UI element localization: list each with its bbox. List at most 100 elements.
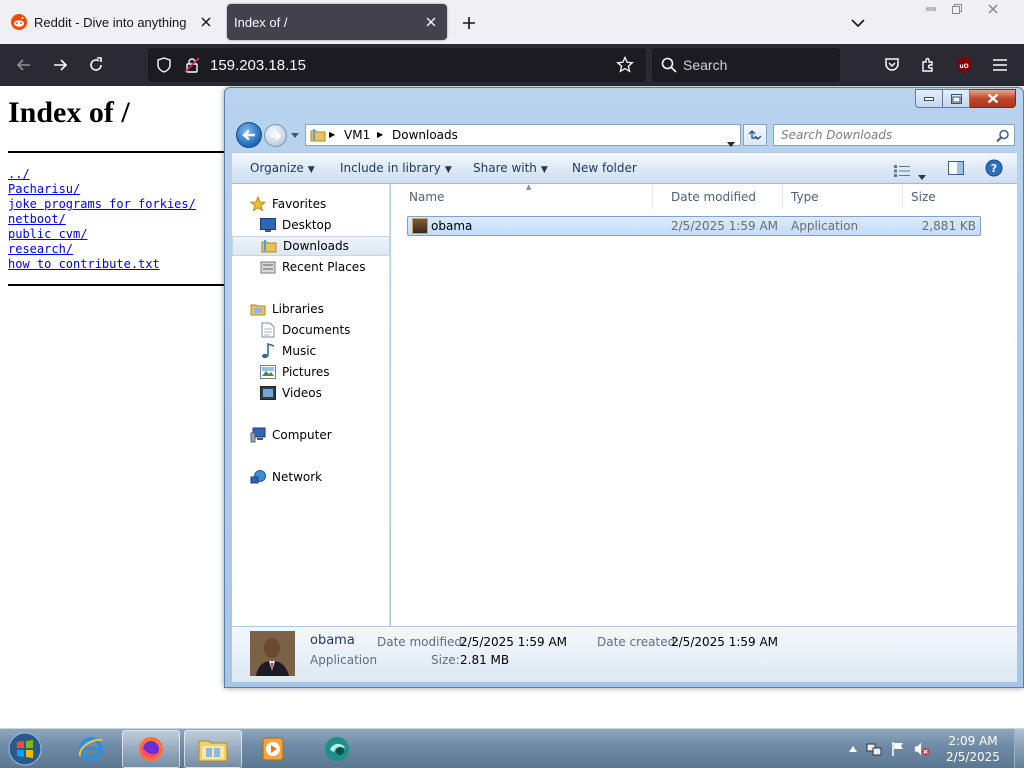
system-clock[interactable]: 2:09 AM 2/5/2025 [936,733,1010,765]
explorer-search-input[interactable]: Search Downloads [773,124,1015,146]
column-header-type[interactable]: Type [783,184,903,210]
windows-logo-icon [8,732,42,766]
nav-computer[interactable]: Computer [232,425,390,445]
back-button[interactable] [10,51,38,79]
explorer-back-button[interactable] [236,122,262,148]
pictures-icon [260,364,276,380]
show-hidden-icons-button[interactable] [845,741,861,757]
directory-link[interactable]: joke programs for forkies/ [8,197,196,212]
directory-link[interactable]: netboot/ [8,212,196,227]
taskbar-firefox[interactable] [122,730,180,768]
taskbar-app[interactable] [308,730,366,768]
taskbar-internet-explorer[interactable] [62,730,120,768]
nav-recent-places[interactable]: Recent Places [232,257,390,277]
nav-videos[interactable]: Videos [232,383,390,403]
close-window-button[interactable] [970,0,1016,17]
explorer-forward-button[interactable] [264,124,287,147]
refresh-button[interactable] [743,124,767,146]
downloads-folder-icon [261,238,277,254]
action-center-flag-icon[interactable] [890,741,906,757]
nav-libraries[interactable]: Libraries [232,299,390,319]
breadcrumb-downloads[interactable]: Downloads [392,128,458,142]
directory-link[interactable]: public cvm/ [8,227,196,242]
url-bar[interactable]: 159.203.18.15 [148,48,646,82]
address-bar[interactable]: ▶ VM1 ▶ Downloads [305,124,741,147]
nav-documents[interactable]: Documents [232,320,390,340]
nav-music[interactable]: Music [232,341,390,361]
detail-date-created: 2/5/2025 1:59 AM [671,635,779,649]
arrow-right-icon [54,59,68,71]
shield-icon[interactable] [156,57,172,77]
minimize-button[interactable] [918,0,944,17]
column-header-name[interactable]: Name ▲ [391,183,653,210]
taskbar-windows-explorer[interactable] [184,730,242,768]
list-all-tabs-button[interactable] [845,10,871,36]
close-tab-icon[interactable] [194,10,218,34]
pocket-button[interactable] [878,51,906,79]
internet-explorer-icon [78,737,103,761]
recent-pages-button[interactable] [290,131,300,141]
new-folder-button[interactable]: New folder [572,161,637,175]
svg-text:uO: uO [959,63,968,70]
detail-size-label: Size: [431,653,460,667]
nav-pictures[interactable]: Pictures [232,362,390,382]
nav-favorites[interactable]: Favorites [232,194,390,214]
directory-link[interactable]: ../ [8,167,196,182]
libraries-icon [250,301,266,317]
chevron-down-icon: ▼ [540,165,548,175]
reload-button[interactable] [82,51,110,79]
close-button[interactable] [970,89,1016,108]
tab-reddit[interactable]: Reddit - Dive into anything [2,4,222,40]
tab-title: Reddit - Dive into anything [34,14,187,30]
plus-icon [463,17,475,29]
preview-pane-button[interactable] [948,160,964,180]
help-button[interactable]: ? [985,159,1003,181]
insecure-lock-icon[interactable] [184,57,200,77]
nav-downloads[interactable]: Downloads [232,236,390,256]
detail-file-name: obama [310,633,355,648]
new-tab-button[interactable] [456,10,482,36]
ublock-button[interactable]: uO [950,51,978,79]
change-view-button[interactable] [894,162,910,181]
extensions-button[interactable] [914,51,942,79]
share-with-button[interactable]: Share with ▼ [473,161,548,175]
bookmark-star-icon[interactable] [616,55,634,78]
file-link[interactable]: how to contribute.txt [8,257,196,272]
include-in-library-button[interactable]: Include in library ▼ [340,161,452,175]
url-text: 159.203.18.15 [210,57,306,74]
view-options-icon[interactable] [918,165,926,184]
nav-desktop[interactable]: Desktop [232,215,390,235]
breadcrumb-separator-icon[interactable]: ▶ [329,130,335,139]
browser-tab-bar: Reddit - Dive into anything Index of / [0,0,1024,44]
search-placeholder: Search [683,57,728,73]
menu-button[interactable] [986,51,1014,79]
file-row[interactable]: obama 2/5/2025 1:59 AM Application 2,881… [407,216,981,236]
forward-button[interactable] [46,51,74,79]
breadcrumb-separator-icon[interactable]: ▶ [377,130,383,139]
sort-arrow-icon: ▲ [526,183,532,191]
reddit-icon [11,14,27,30]
maximize-button[interactable] [943,89,970,108]
directory-link[interactable]: research/ [8,242,196,257]
volume-muted-icon[interactable] [914,741,930,757]
address-dropdown-icon[interactable] [727,132,735,151]
network-tray-icon[interactable] [866,741,882,757]
directory-link[interactable]: Pacharisu/ [8,182,196,197]
search-bar[interactable]: Search [652,48,840,82]
svg-text:?: ? [991,162,997,175]
close-tab-icon[interactable] [419,10,443,34]
organize-button[interactable]: Organize ▼ [250,161,315,175]
reload-icon [90,57,102,71]
search-icon[interactable] [996,128,1010,147]
show-desktop-button[interactable] [1014,729,1024,768]
minimize-button[interactable] [915,89,943,108]
divider [8,284,248,286]
breadcrumb-vm1[interactable]: VM1 [344,128,370,142]
start-button[interactable] [5,730,45,768]
tab-index[interactable]: Index of / [227,4,447,40]
restore-button[interactable] [944,0,970,17]
taskbar-media-player[interactable] [244,730,302,768]
nav-network[interactable]: Network [232,467,390,487]
column-header-size[interactable]: Size [903,184,981,210]
column-header-date[interactable]: Date modified [663,184,783,210]
